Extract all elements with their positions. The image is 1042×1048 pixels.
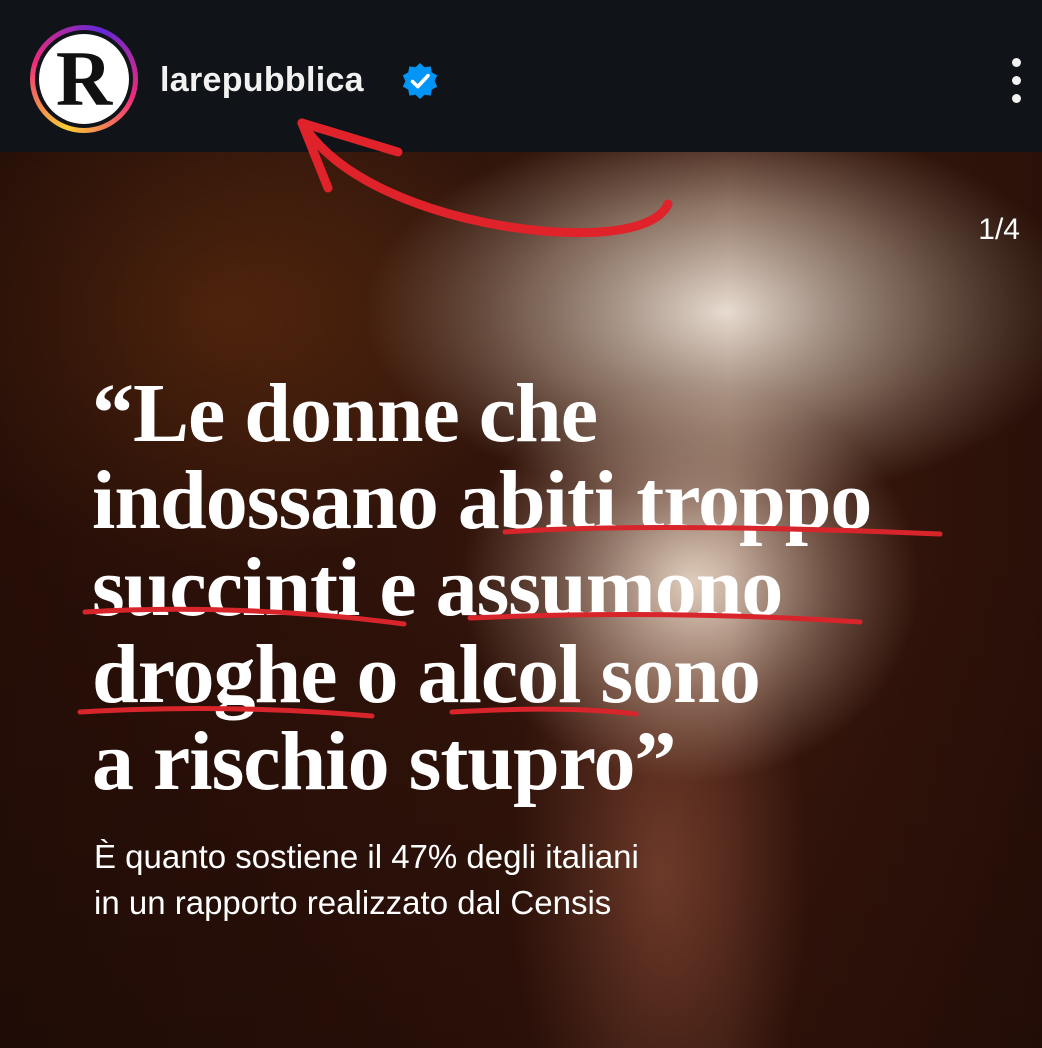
headline-line: droghe o alcol sono [92,628,761,721]
headline-line: a rischio stupro” [92,715,677,808]
verified-badge-icon [402,63,438,99]
post-image[interactable]: 1/4 “Le donne che indossano abiti troppo… [0,152,1042,1048]
avatar-logo-letter: R [55,35,113,122]
avatar[interactable]: R [39,34,129,124]
headline-quote: “Le donne che indossano abiti troppo suc… [92,370,992,805]
headline-line: “Le donne che [92,367,598,460]
username[interactable]: larepubblica [160,56,364,104]
carousel-counter: 1/4 [978,213,1020,246]
story-ring[interactable]: R [30,25,138,133]
headline-line: succinti e assumono [92,541,783,634]
subtitle: È quanto sostiene il 47% degli italiani … [94,834,894,926]
subtitle-line: in un rapporto realizzato dal Censis [94,884,612,921]
more-options-icon[interactable] [998,52,1038,108]
subtitle-line: È quanto sostiene il 47% degli italiani [94,838,639,875]
post-header: R larepubblica [0,0,1042,152]
headline-line: indossano abiti troppo [92,454,872,547]
